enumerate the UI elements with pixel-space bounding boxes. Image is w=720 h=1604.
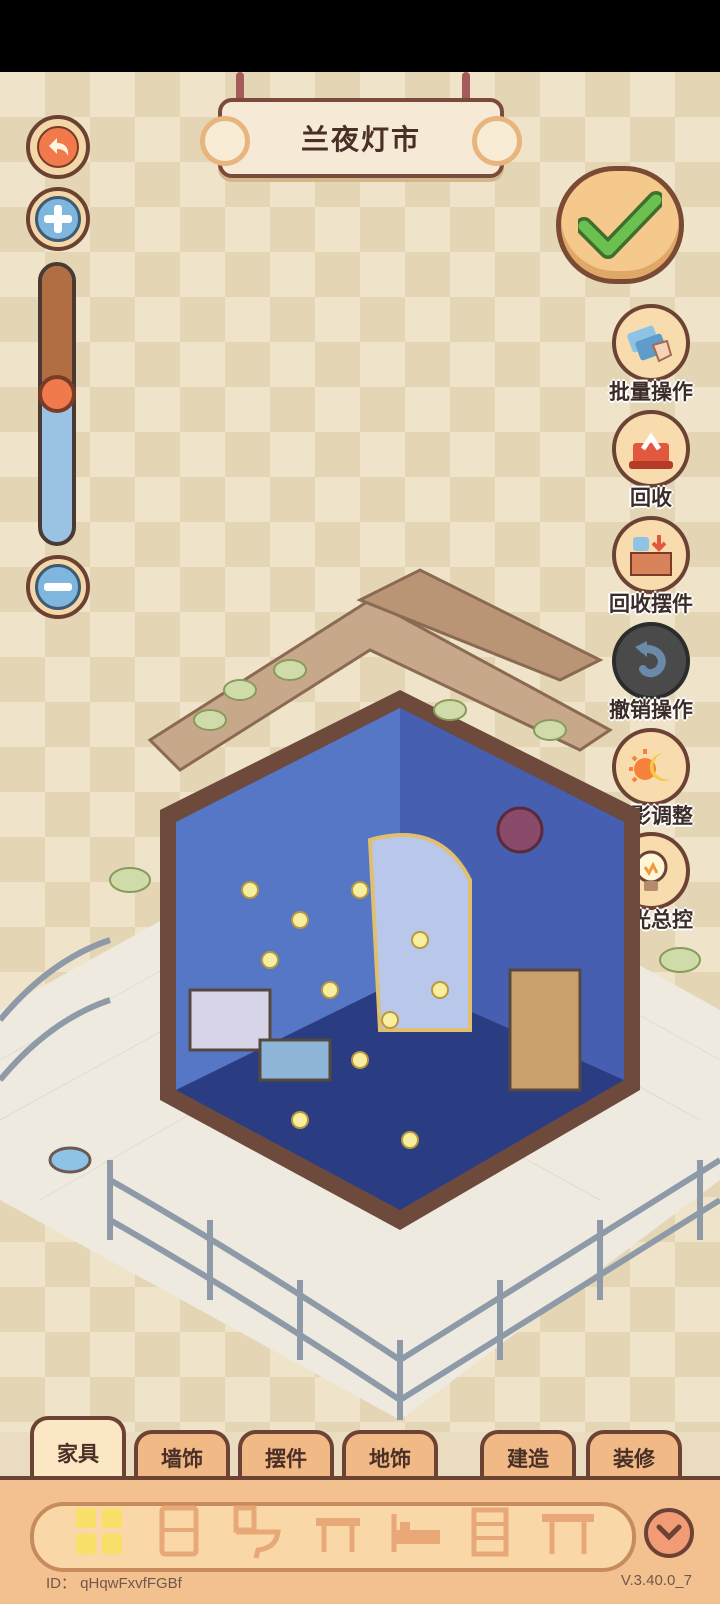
recycle-button[interactable]: 回收 — [596, 410, 706, 512]
batch-operation-button[interactable]: 批量操作 — [596, 304, 706, 406]
batch-hand-icon — [612, 304, 690, 382]
shelf[interactable] — [508, 968, 582, 1092]
tea-table[interactable] — [258, 1038, 332, 1082]
tab-wall-decor[interactable]: 墙饰 — [134, 1430, 230, 1482]
zoom-slider-handle[interactable] — [38, 375, 76, 413]
page-title: 兰夜灯市 — [300, 124, 421, 155]
category-tabs: 家具 墙饰 摆件 地饰 建造 装修 — [0, 1410, 720, 1486]
player-id: ID： qHqwFxvfFGBf — [46, 1575, 182, 1592]
back-button[interactable] — [26, 115, 90, 179]
room-scene[interactable] — [0, 560, 720, 1420]
bed-icon[interactable] — [388, 1504, 444, 1560]
toilet-icon[interactable] — [228, 1504, 284, 1560]
status-bar — [0, 0, 720, 72]
tool-label: 回收 — [630, 487, 672, 510]
back-arrow-icon — [37, 126, 79, 168]
plus-icon — [35, 196, 81, 242]
title-sign: 兰夜灯市 — [200, 98, 522, 178]
tool-label: 批量操作 — [609, 381, 693, 404]
recycle-box-icon — [612, 410, 690, 488]
tab-floor-decor[interactable]: 地饰 — [342, 1430, 438, 1482]
tab-ornaments[interactable]: 摆件 — [238, 1430, 334, 1482]
table-icon[interactable] — [310, 1504, 366, 1560]
small-pot[interactable] — [48, 1146, 92, 1174]
chevron-down-icon — [656, 1524, 682, 1541]
checkmark-icon — [578, 191, 662, 259]
version-label: V.3.40.0_7 — [620, 1572, 692, 1589]
expand-panel-button[interactable] — [644, 1508, 694, 1558]
desk-icon[interactable] — [540, 1504, 596, 1560]
tab-build[interactable]: 建造 — [480, 1430, 576, 1482]
dreamcatcher[interactable] — [496, 806, 544, 854]
all-grid-icon[interactable] — [72, 1504, 128, 1560]
confirm-button[interactable] — [556, 166, 684, 284]
cabinet-icon[interactable] — [152, 1504, 208, 1560]
sofa[interactable] — [188, 988, 272, 1052]
shelf-icon[interactable] — [462, 1504, 518, 1560]
zoom-in-button[interactable] — [26, 187, 90, 251]
tab-renovate[interactable]: 装修 — [586, 1430, 682, 1482]
